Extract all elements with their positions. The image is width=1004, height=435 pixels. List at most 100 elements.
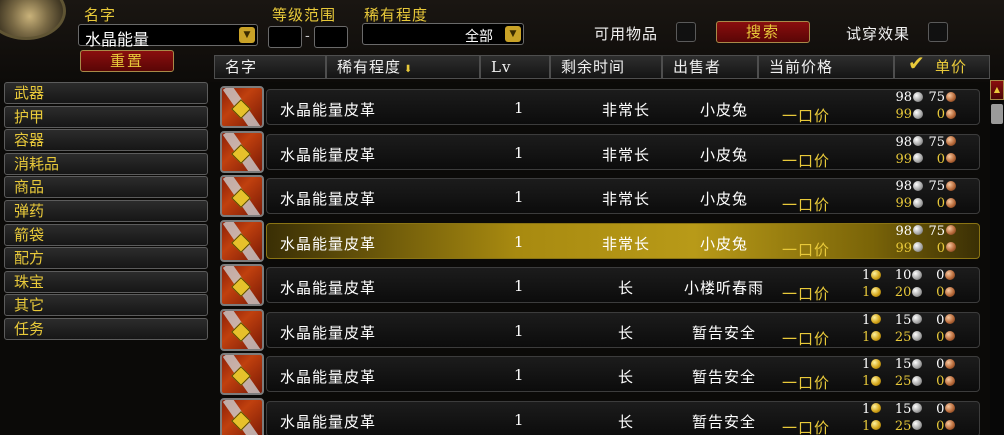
- buyout-price: 1 25 0: [862, 419, 956, 434]
- item-level: 1: [514, 321, 525, 340]
- scroll-thumb[interactable]: [991, 104, 1003, 124]
- silver-coin-icon: [912, 358, 923, 369]
- leather-item-icon[interactable]: [220, 308, 264, 351]
- category-trade-goods[interactable]: 商品: [4, 176, 208, 199]
- gold-coin-icon: [871, 375, 882, 386]
- category-container[interactable]: 容器: [4, 129, 208, 152]
- copper-coin-icon: [945, 420, 956, 430]
- copper-coin-icon: [945, 358, 956, 369]
- silver-coin-icon: [913, 180, 923, 191]
- column-header-seller[interactable]: 出售者: [662, 55, 758, 79]
- category-consumable[interactable]: 消耗品: [4, 152, 208, 175]
- seller-name: 小皮兔: [699, 190, 748, 208]
- leather-item-icon[interactable]: [220, 130, 264, 173]
- silver-coin-icon: [913, 136, 923, 146]
- category-quest[interactable]: 任务: [4, 317, 208, 340]
- rarity-dropdown[interactable]: 全部 ▼: [362, 23, 524, 45]
- column-header-time-left[interactable]: 剩余时间: [550, 55, 662, 79]
- category-recipe[interactable]: 配方: [4, 247, 208, 270]
- search-button[interactable]: 搜索: [716, 21, 810, 43]
- silver-coin-icon: [912, 331, 923, 341]
- gold-coin-icon: [871, 331, 882, 341]
- category-quiver[interactable]: 箭袋: [4, 223, 208, 246]
- copper-coin-icon: [946, 108, 956, 119]
- silver-coin-icon: [912, 269, 923, 280]
- check-icon[interactable]: ✔: [908, 51, 925, 75]
- gold-coin-icon: [871, 358, 882, 369]
- level-range-label: 等级范围: [272, 6, 337, 24]
- auction-row[interactable]: 水晶能量皮革 1 长 暂告安全 一口价 1 15 0 1 25 0: [214, 353, 980, 397]
- copper-coin-icon: [946, 197, 956, 208]
- item-level: 1: [514, 188, 525, 206]
- auction-row[interactable]: 水晶能量皮革 1 长 暂告安全 一口价 1 15 0 1 25 0: [214, 397, 980, 435]
- auction-row[interactable]: 水晶能量皮革 1 长 暂告安全 一口价 1 15 0 1 25 0: [214, 308, 980, 353]
- silver-coin-icon: [912, 375, 923, 386]
- copper-coin-icon: [945, 269, 956, 280]
- auction-row[interactable]: 水晶能量皮革 1 非常长 小皮兔 一口价 98 75 99 0: [214, 219, 980, 264]
- column-header-level[interactable]: Lv: [480, 55, 550, 79]
- rarity-value: 全部: [465, 29, 493, 45]
- bid-price: 98 75: [894, 224, 956, 239]
- auction-row[interactable]: 水晶能量皮革 1 非常长 小皮兔 一口价 98 75 99 0: [214, 175, 980, 219]
- category-misc[interactable]: 其它: [4, 294, 208, 317]
- rarity-label: 稀有程度: [364, 6, 429, 24]
- item-level: 1: [514, 366, 525, 384]
- item-name: 水晶能量皮革: [280, 412, 377, 431]
- scroll-up-icon[interactable]: ▲: [990, 80, 1004, 100]
- name-label: 名字: [84, 6, 117, 24]
- level-max-input[interactable]: [314, 26, 348, 48]
- try-on-label: 试穿效果: [846, 25, 911, 43]
- chevron-down-icon[interactable]: ▼: [239, 27, 255, 43]
- leather-item-icon[interactable]: [220, 397, 264, 435]
- leather-item-icon[interactable]: [220, 86, 264, 128]
- auction-row[interactable]: 水晶能量皮革 1 非常长 小皮兔 一口价 98 75 99 0: [214, 130, 980, 175]
- bid-price: 98 75: [894, 179, 956, 194]
- auction-row[interactable]: 水晶能量皮革 1 非常长 小皮兔 一口价 98 75 99 0: [214, 86, 980, 130]
- merchant-portrait: [0, 0, 66, 40]
- category-gem[interactable]: 珠宝: [4, 270, 208, 293]
- silver-coin-icon: [912, 420, 923, 430]
- copper-coin-icon: [945, 375, 956, 386]
- try-on-checkbox[interactable]: [928, 22, 948, 42]
- level-min-input[interactable]: [268, 26, 302, 48]
- bid-price: 1 10 0: [862, 268, 956, 283]
- results-list: 水晶能量皮革 1 非常长 小皮兔 一口价 98 75 99 0 水晶能量皮革 1 非…: [214, 86, 980, 435]
- column-header-rarity[interactable]: 稀有程度 ⬇: [326, 55, 480, 79]
- buyout-label: 一口价: [782, 107, 831, 125]
- copper-coin-icon: [946, 225, 956, 235]
- leather-item-icon[interactable]: [220, 264, 264, 306]
- gold-coin-icon: [871, 269, 882, 280]
- results-scrollbar[interactable]: ▲: [990, 80, 1004, 435]
- category-armor[interactable]: 护甲: [4, 105, 208, 128]
- buyout-price: 99 0: [894, 196, 956, 211]
- buyout-price: 1 20 0: [862, 285, 956, 300]
- leather-item-icon[interactable]: [220, 219, 264, 262]
- seller-name: 小楼听春雨: [683, 279, 764, 297]
- bid-price: 98 75: [894, 135, 956, 150]
- chevron-down-icon[interactable]: ▼: [505, 26, 521, 42]
- category-ammo[interactable]: 弹药: [4, 199, 208, 222]
- level-range-dash: -: [305, 28, 310, 44]
- silver-coin-icon: [913, 225, 923, 235]
- buyout-label: 一口价: [782, 329, 831, 348]
- usable-items-checkbox[interactable]: [676, 22, 696, 42]
- sort-arrow-icon: ⬇: [404, 64, 414, 75]
- leather-item-icon[interactable]: [220, 353, 264, 395]
- name-search-input[interactable]: 水晶能量 ▼: [78, 24, 258, 49]
- auction-row[interactable]: 水晶能量皮革 1 长 小楼听春雨 一口价 1 10 0 1 20 0: [214, 264, 980, 308]
- buyout-price: 1 25 0: [862, 374, 956, 389]
- item-level: 1: [514, 277, 525, 295]
- column-header-current-price[interactable]: 当前价格: [758, 55, 894, 79]
- reset-button[interactable]: 重置: [80, 50, 174, 72]
- silver-coin-icon: [912, 314, 923, 324]
- item-name: 水晶能量皮革: [280, 279, 377, 297]
- category-sidebar: 武器 护甲 容器 消耗品 商品 弹药 箭袋 配方 珠宝 其它 任务: [4, 82, 208, 342]
- silver-coin-icon: [912, 403, 923, 413]
- copper-coin-icon: [946, 153, 956, 163]
- silver-coin-icon: [913, 108, 923, 119]
- item-level: 1: [514, 410, 525, 429]
- category-weapon[interactable]: 武器: [4, 82, 208, 104]
- leather-item-icon[interactable]: [220, 175, 264, 217]
- column-header-name[interactable]: 名字: [214, 55, 326, 79]
- bid-price: 1 15 0: [862, 357, 956, 372]
